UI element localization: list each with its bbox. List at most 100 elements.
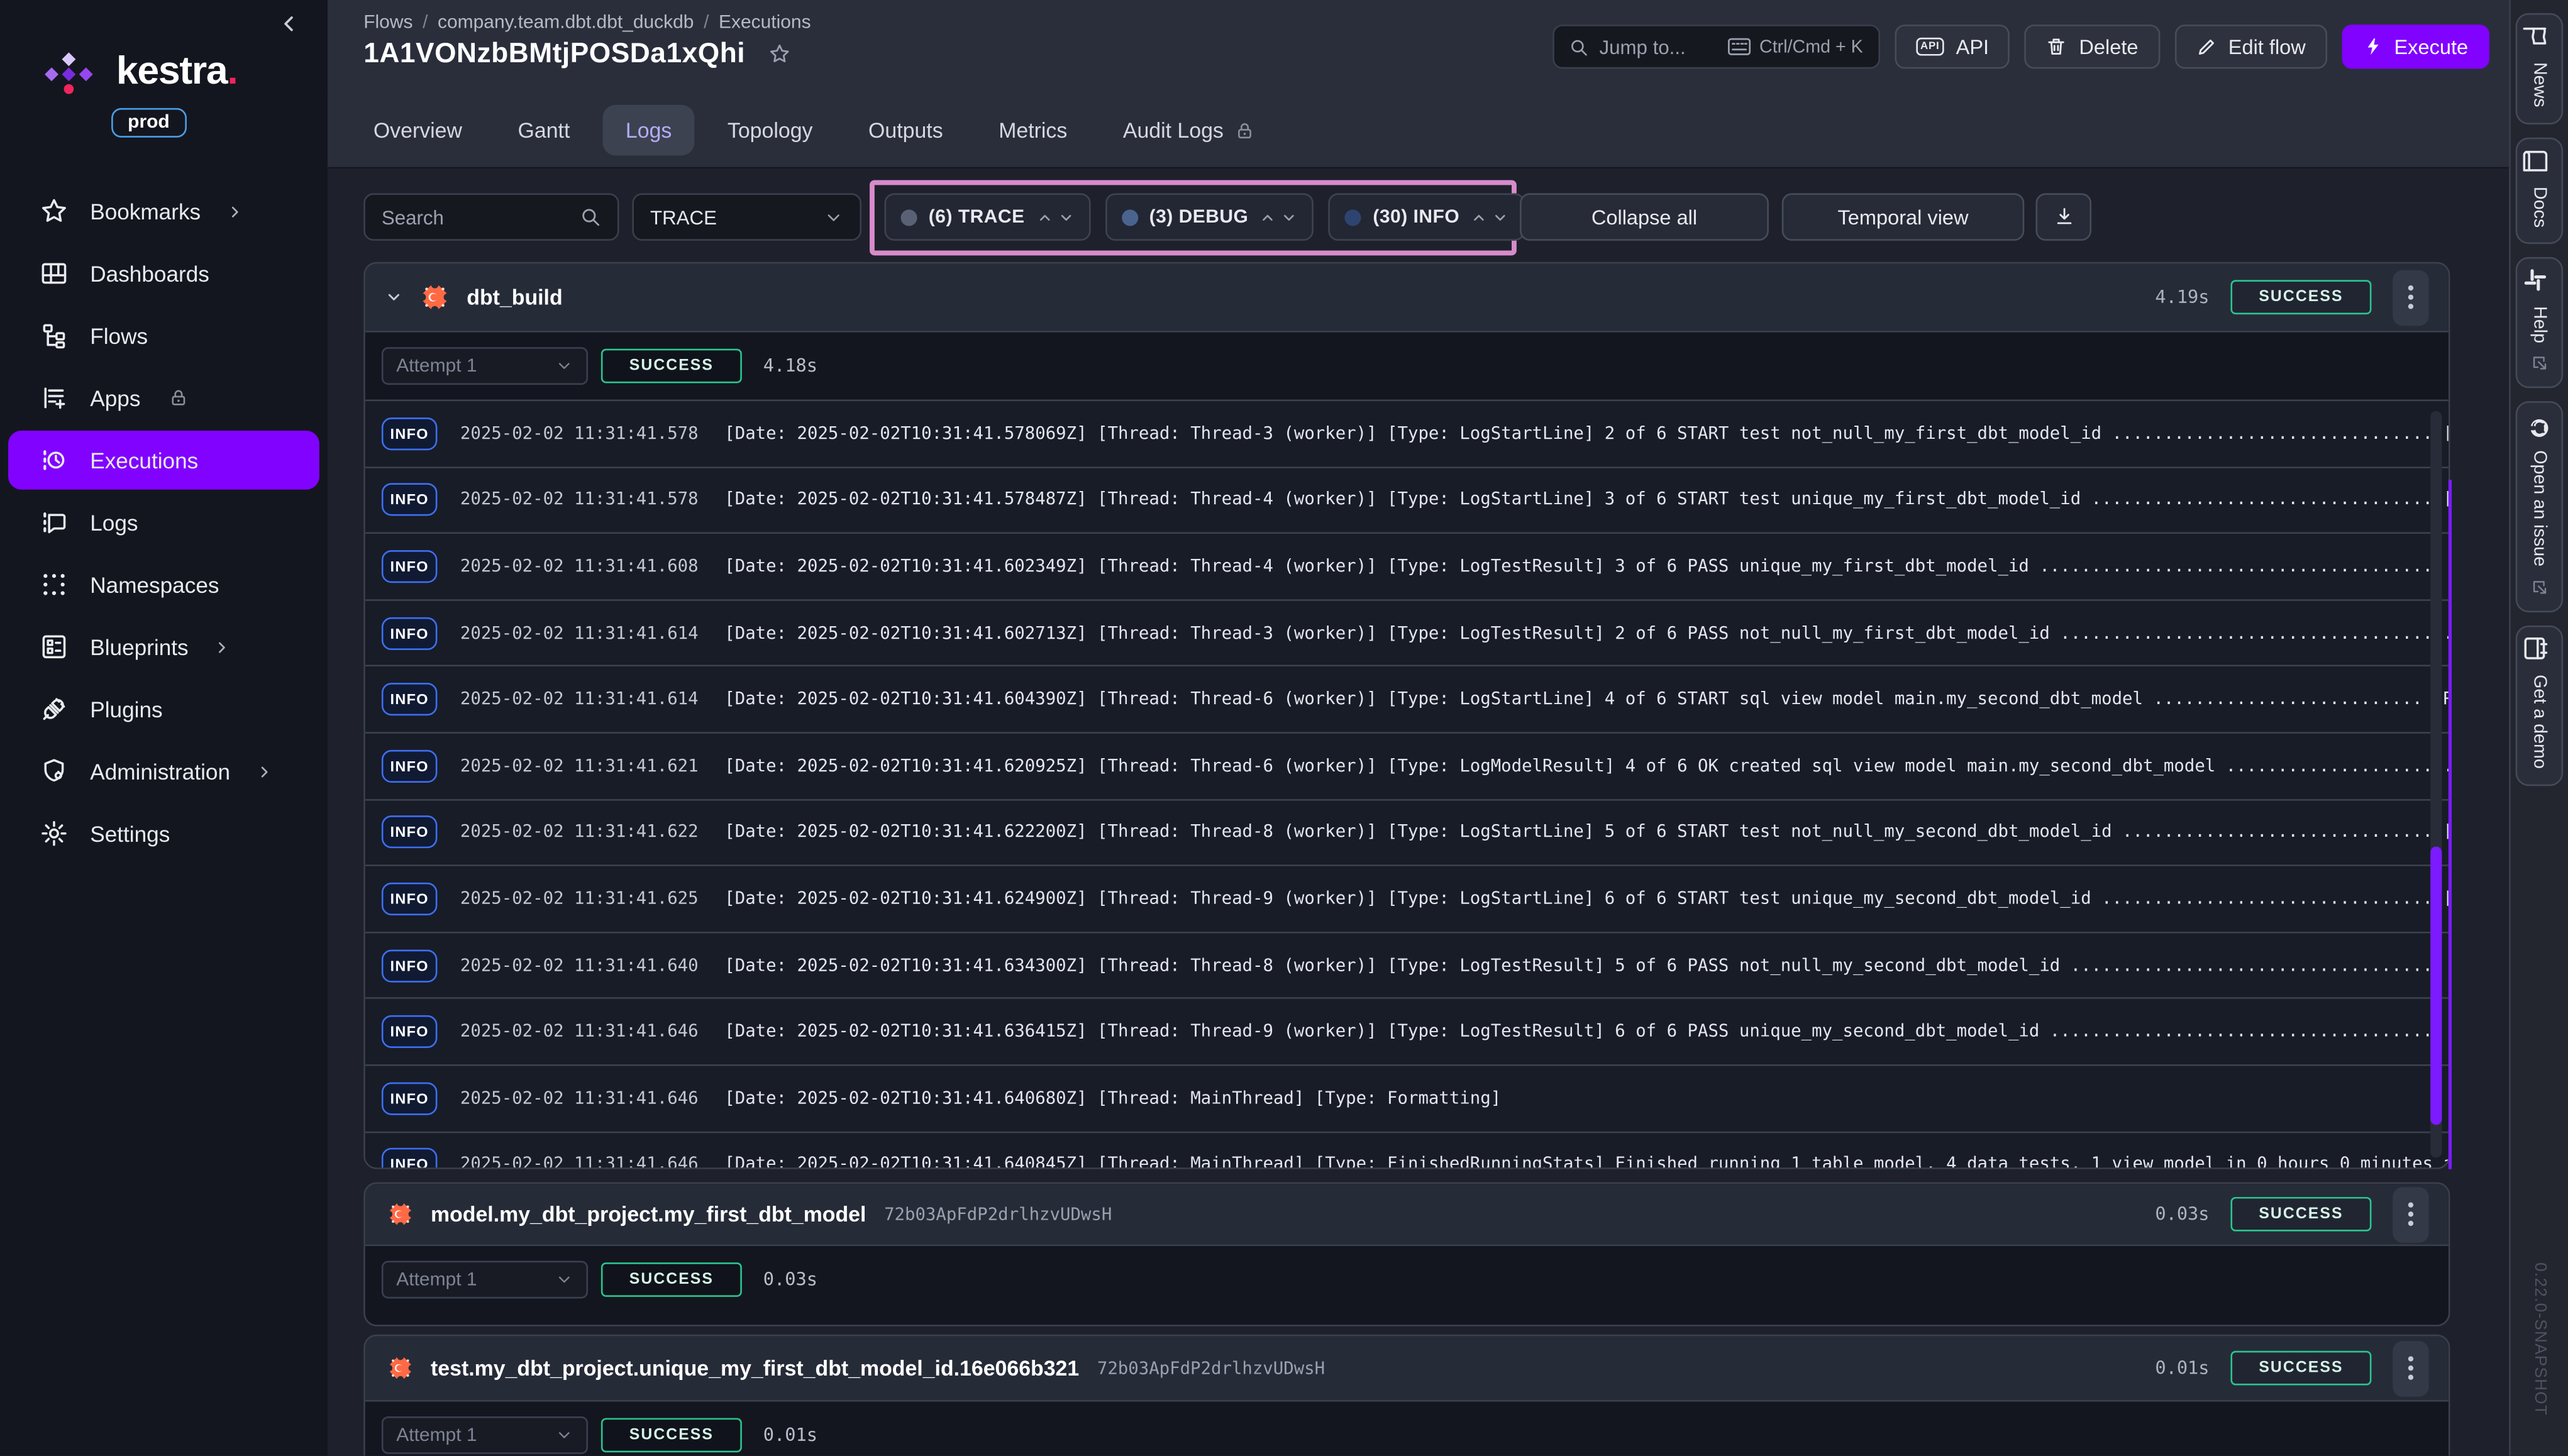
sidebar-item-logs[interactable]: Logs	[0, 491, 328, 553]
log-timestamp: 2025-02-02 11:31:41.640	[460, 956, 699, 975]
tab-label: Audit Logs	[1123, 118, 1224, 143]
task-execution-id: 72b03ApFdP2drlhzvUDwsH	[1097, 1359, 1325, 1378]
task-duration: 0.03s	[2155, 1203, 2209, 1225]
tab-label: Logs	[626, 118, 672, 143]
task-menu-kebab-icon[interactable]	[2393, 269, 2428, 325]
sidebar-item-bookmarks[interactable]: Bookmarks	[0, 180, 328, 243]
chevron-right-icon	[255, 762, 273, 780]
tab-metrics[interactable]: Metrics	[999, 118, 1067, 143]
log-row[interactable]: INFO 2025-02-02 11:31:41.578 [Date: 2025…	[365, 400, 2449, 466]
log-timestamp: 2025-02-02 11:31:41.578	[460, 490, 699, 510]
tab-topology[interactable]: Topology	[728, 118, 813, 143]
administration-icon	[40, 756, 69, 786]
attempt-select[interactable]: Attempt 1	[382, 1416, 588, 1454]
chevron-down-icon[interactable]	[385, 288, 403, 306]
log-row[interactable]: INFO 2025-02-02 11:31:41.621 [Date: 2025…	[365, 732, 2449, 798]
rail-button-get-a-demo[interactable]: Get a demo	[2516, 626, 2564, 785]
sidebar-item-executions[interactable]: Executions	[8, 431, 319, 490]
level-dot-icon	[1121, 209, 1137, 225]
log-row[interactable]: INFO 2025-02-02 11:31:41.578 [Date: 2025…	[365, 466, 2449, 532]
favorite-star-icon[interactable]	[768, 43, 791, 65]
attempt-row: Attempt 1 SUCCESS 0.01s	[365, 1402, 2449, 1456]
status-badge: SUCCESS	[2230, 1197, 2371, 1232]
sidebar-collapse-icon[interactable]	[279, 13, 300, 35]
sidebar-item-label: Flows	[90, 323, 148, 348]
log-message: [Date: 2025-02-02T10:31:41.634300Z] [Thr…	[724, 956, 2449, 975]
log-timestamp: 2025-02-02 11:31:41.621	[460, 756, 699, 776]
temporal-view-button[interactable]: Temporal view	[1782, 193, 2024, 241]
attempt-select[interactable]: Attempt 1	[382, 347, 588, 385]
level-filter-chip[interactable]: (6) TRACE	[884, 193, 1090, 241]
task-menu-kebab-icon[interactable]	[2393, 1340, 2428, 1396]
sidebar-item-blueprints[interactable]: Blueprints	[0, 615, 328, 678]
sidebar-item-administration[interactable]: Administration	[0, 740, 328, 802]
attempt-status-badge: SUCCESS	[601, 349, 742, 383]
log-row[interactable]: INFO 2025-02-02 11:31:41.646 [Date: 2025…	[365, 1131, 2449, 1169]
kestra-logo[interactable]: kestra.	[36, 49, 237, 95]
sidebar-item-flows[interactable]: Flows	[0, 304, 328, 367]
task-header[interactable]: test.my_dbt_project.unique_my_first_dbt_…	[365, 1336, 2449, 1401]
apps-icon	[40, 383, 69, 412]
collapse-all-button[interactable]: Collapse all	[1520, 193, 1769, 241]
breadcrumb: Flows / company.team.dbt.dbt_duckdb / Ex…	[363, 13, 811, 33]
tab-audit-logs[interactable]: Audit Logs	[1123, 118, 1255, 143]
log-level-badge: INFO	[382, 949, 438, 981]
rail-button-help[interactable]: Help	[2516, 256, 2564, 389]
rail-button-label: News	[2530, 62, 2549, 108]
log-level-select[interactable]: TRACE	[632, 193, 861, 241]
task-menu-kebab-icon[interactable]	[2393, 1186, 2428, 1242]
breadcrumb-executions[interactable]: Executions	[719, 13, 811, 33]
level-filter-chip[interactable]: (3) DEBUG	[1105, 193, 1314, 241]
rail-button-docs[interactable]: Docs	[2516, 137, 2564, 243]
log-row[interactable]: INFO 2025-02-02 11:31:41.614 [Date: 2025…	[365, 665, 2449, 732]
attempt-select[interactable]: Attempt 1	[382, 1261, 588, 1299]
tab-label: Metrics	[999, 118, 1067, 143]
rail-button-news[interactable]: News	[2516, 13, 2564, 124]
sidebar-item-settings[interactable]: Settings	[0, 802, 328, 864]
task-header[interactable]: dbt_build 4.19s SUCCESS	[365, 263, 2449, 332]
rail-button-open-an-issue[interactable]: Open an issue	[2516, 402, 2564, 613]
sidebar-item-namespaces[interactable]: Namespaces	[0, 553, 328, 615]
brand-name: kestra.	[116, 49, 237, 95]
log-row[interactable]: INFO 2025-02-02 11:31:41.640 [Date: 2025…	[365, 931, 2449, 998]
sidebar-item-apps[interactable]: Apps	[0, 367, 328, 429]
log-row[interactable]: INFO 2025-02-02 11:31:41.646 [Date: 2025…	[365, 1064, 2449, 1131]
task-header[interactable]: model.my_dbt_project.my_first_dbt_model …	[365, 1184, 2449, 1246]
api-button[interactable]: API API	[1894, 25, 2010, 69]
download-logs-button[interactable]	[2036, 193, 2092, 241]
log-message: [Date: 2025-02-02T10:31:41.578069Z] [Thr…	[724, 424, 2449, 443]
sidebar-item-dashboards[interactable]: Dashboards	[0, 242, 328, 304]
sidebar-menu: Bookmarks Dashboards Flows Apps	[0, 180, 328, 865]
breadcrumb-flows[interactable]: Flows	[363, 13, 412, 33]
executions-icon	[40, 445, 69, 475]
jump-to-input[interactable]: Jump to... Ctrl/Cmd + K	[1552, 25, 1879, 69]
tab-overview[interactable]: Overview	[374, 118, 462, 143]
task-card-test: test.my_dbt_project.unique_my_first_dbt_…	[363, 1335, 2450, 1456]
log-level-badge: INFO	[382, 483, 438, 516]
settings-icon	[40, 819, 69, 848]
attempt-status-badge: SUCCESS	[601, 1262, 742, 1297]
log-scrollbar-thumb[interactable]	[2430, 847, 2442, 1125]
log-timestamp: 2025-02-02 11:31:41.622	[460, 822, 699, 842]
log-message: [Date: 2025-02-02T10:31:41.622200Z] [Thr…	[724, 822, 2449, 842]
execute-button[interactable]: Execute	[2342, 25, 2489, 69]
log-row[interactable]: INFO 2025-02-02 11:31:41.614 [Date: 2025…	[365, 599, 2449, 666]
tab-gantt[interactable]: Gantt	[518, 118, 570, 143]
log-level-badge: INFO	[382, 883, 438, 915]
sidebar-item-plugins[interactable]: Plugins	[0, 678, 328, 740]
log-row[interactable]: INFO 2025-02-02 11:31:41.622 [Date: 2025…	[365, 798, 2449, 865]
log-row[interactable]: INFO 2025-02-02 11:31:41.608 [Date: 2025…	[365, 532, 2449, 599]
level-filter-chip[interactable]: (30) INFO	[1329, 193, 1525, 241]
delete-button[interactable]: Delete	[2025, 25, 2159, 69]
log-row[interactable]: INFO 2025-02-02 11:31:41.625 [Date: 2025…	[365, 865, 2449, 932]
version-label: 0.22.0-SNAPSHOT	[2530, 1263, 2549, 1416]
search-input[interactable]: Search	[363, 193, 619, 241]
tab-logs[interactable]: Logs	[602, 105, 694, 156]
tab-outputs[interactable]: Outputs	[868, 118, 943, 143]
edit-flow-button[interactable]: Edit flow	[2174, 25, 2327, 69]
breadcrumb-namespace[interactable]: company.team.dbt.dbt_duckdb	[438, 13, 694, 33]
attempt-duration: 0.03s	[763, 1269, 817, 1291]
right-rail: News Docs Help Open an issue Get a demo …	[2509, 0, 2568, 1455]
log-timestamp: 2025-02-02 11:31:41.578	[460, 424, 699, 443]
log-row[interactable]: INFO 2025-02-02 11:31:41.646 [Date: 2025…	[365, 998, 2449, 1064]
